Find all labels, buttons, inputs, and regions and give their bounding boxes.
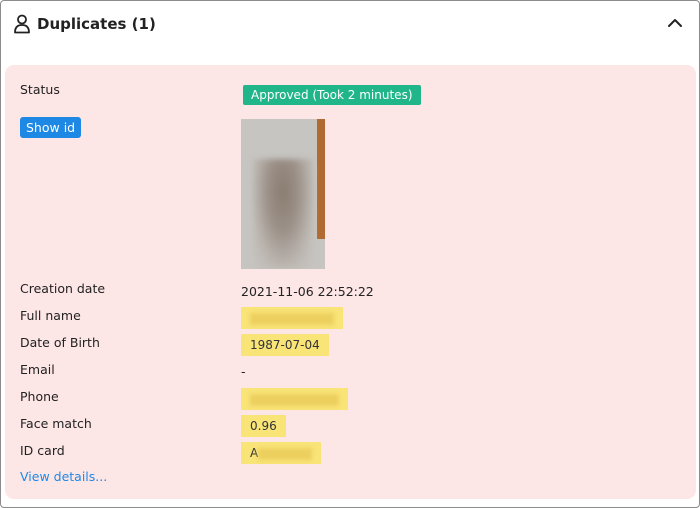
blurred-face (253, 159, 313, 269)
full-name-label: Full name (20, 308, 81, 323)
panel-header[interactable]: Duplicates (1) (13, 11, 689, 37)
full-name-value-redacted (241, 307, 343, 329)
photo-background (317, 119, 325, 239)
status-badge: Approved (Took 2 minutes) (243, 85, 421, 105)
date-of-birth-label: Date of Birth (20, 335, 100, 350)
view-details-link[interactable]: View details... (20, 469, 107, 484)
face-match-label: Face match (20, 416, 92, 431)
redacted-text (250, 393, 339, 406)
redacted-text (258, 447, 313, 460)
id-photo (241, 119, 325, 269)
duplicate-card: Status Approved (Took 2 minutes) Show id… (5, 65, 696, 499)
email-value: - (241, 364, 246, 379)
face-match-value: 0.96 (241, 415, 286, 437)
id-card-value: A (241, 442, 322, 464)
phone-label: Phone (20, 389, 59, 404)
panel-title: Duplicates (1) (37, 15, 156, 33)
date-of-birth-value: 1987-07-04 (241, 334, 329, 356)
status-label: Status (20, 82, 60, 97)
redacted-text (250, 312, 334, 325)
phone-value-redacted (241, 388, 348, 410)
id-card-label: ID card (20, 443, 65, 458)
creation-date-label: Creation date (20, 281, 106, 296)
duplicates-panel: Duplicates (1) Status Approved (Took 2 m… (0, 0, 700, 508)
creation-date-value: 2021-11-06 22:52:22 (241, 284, 374, 299)
user-icon (14, 14, 30, 34)
id-card-prefix: A (250, 446, 259, 460)
show-id-button[interactable]: Show id (20, 117, 82, 138)
chevron-up-icon[interactable] (665, 13, 685, 33)
email-label: Email (20, 362, 55, 377)
